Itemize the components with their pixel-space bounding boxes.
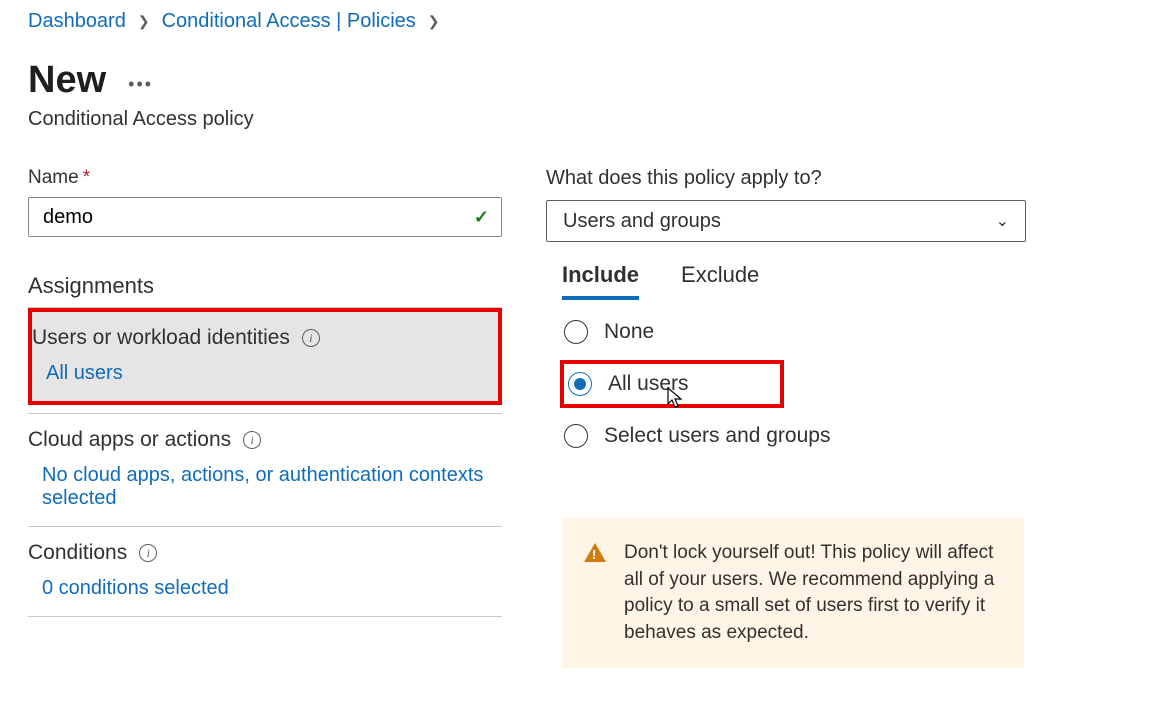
checkmark-icon: ✓ — [474, 207, 489, 228]
required-star-icon: * — [83, 167, 90, 189]
name-label: Name * — [28, 167, 502, 189]
tab-include[interactable]: Include — [562, 262, 639, 300]
include-exclude-tabs: Include Exclude — [546, 262, 1026, 300]
radio-icon — [568, 372, 592, 396]
info-icon[interactable]: i — [302, 329, 320, 347]
info-icon[interactable]: i — [243, 431, 261, 449]
dropdown-value: Users and groups — [563, 210, 721, 233]
radio-select-label: Select users and groups — [604, 424, 830, 448]
assignment-users-identities[interactable]: Users or workload identities i All users — [28, 308, 502, 405]
tab-exclude[interactable]: Exclude — [681, 262, 759, 300]
assignments-header: Assignments — [28, 273, 502, 308]
right-column: What does this policy apply to? Users an… — [546, 167, 1026, 668]
name-input[interactable] — [29, 198, 501, 236]
radio-all-users-highlight[interactable]: All users — [560, 360, 784, 408]
radio-icon — [564, 424, 588, 448]
breadcrumb: Dashboard ❯ Conditional Access | Policie… — [28, 10, 1134, 33]
radio-none[interactable]: None — [564, 320, 1026, 344]
users-identities-title: Users or workload identities i — [32, 326, 498, 350]
warning-text: Don't lock yourself out! This policy wil… — [624, 540, 998, 646]
info-icon[interactable]: i — [139, 544, 157, 562]
cloud-apps-value[interactable]: No cloud apps, actions, or authenticatio… — [28, 464, 502, 510]
users-identities-value[interactable]: All users — [32, 362, 498, 385]
breadcrumb-conditional-access[interactable]: Conditional Access | Policies — [162, 10, 416, 33]
page-subtitle: Conditional Access policy — [28, 108, 1134, 131]
radio-select-users[interactable]: Select users and groups — [564, 424, 1026, 448]
assignment-cloud-apps[interactable]: Cloud apps or actions i No cloud apps, a… — [28, 414, 502, 527]
radio-icon — [564, 320, 588, 344]
more-icon[interactable]: ••• — [128, 66, 153, 95]
page-title: New — [28, 59, 106, 102]
include-radio-group: None All users Select users and groups — [546, 320, 1026, 448]
assignment-conditions[interactable]: Conditions i 0 conditions selected — [28, 527, 502, 617]
warning-icon — [584, 543, 606, 562]
page-title-row: New ••• — [28, 59, 1134, 102]
warning-box: Don't lock yourself out! This policy wil… — [562, 518, 1024, 668]
chevron-right-icon: ❯ — [428, 13, 440, 30]
chevron-right-icon: ❯ — [138, 13, 150, 30]
apply-to-dropdown[interactable]: Users and groups ⌄ — [546, 200, 1026, 242]
conditions-title: Conditions i — [28, 541, 502, 565]
chevron-down-icon: ⌄ — [996, 211, 1009, 231]
cloud-apps-title: Cloud apps or actions i — [28, 428, 502, 452]
left-column: Name * ✓ Assignments Users or workload i… — [28, 167, 502, 668]
breadcrumb-dashboard[interactable]: Dashboard — [28, 10, 126, 33]
conditions-value[interactable]: 0 conditions selected — [28, 577, 502, 600]
radio-none-label: None — [604, 320, 654, 344]
radio-all-users-label: All users — [608, 372, 689, 396]
apply-to-label: What does this policy apply to? — [546, 167, 1026, 190]
name-input-wrapper[interactable]: ✓ — [28, 197, 502, 237]
